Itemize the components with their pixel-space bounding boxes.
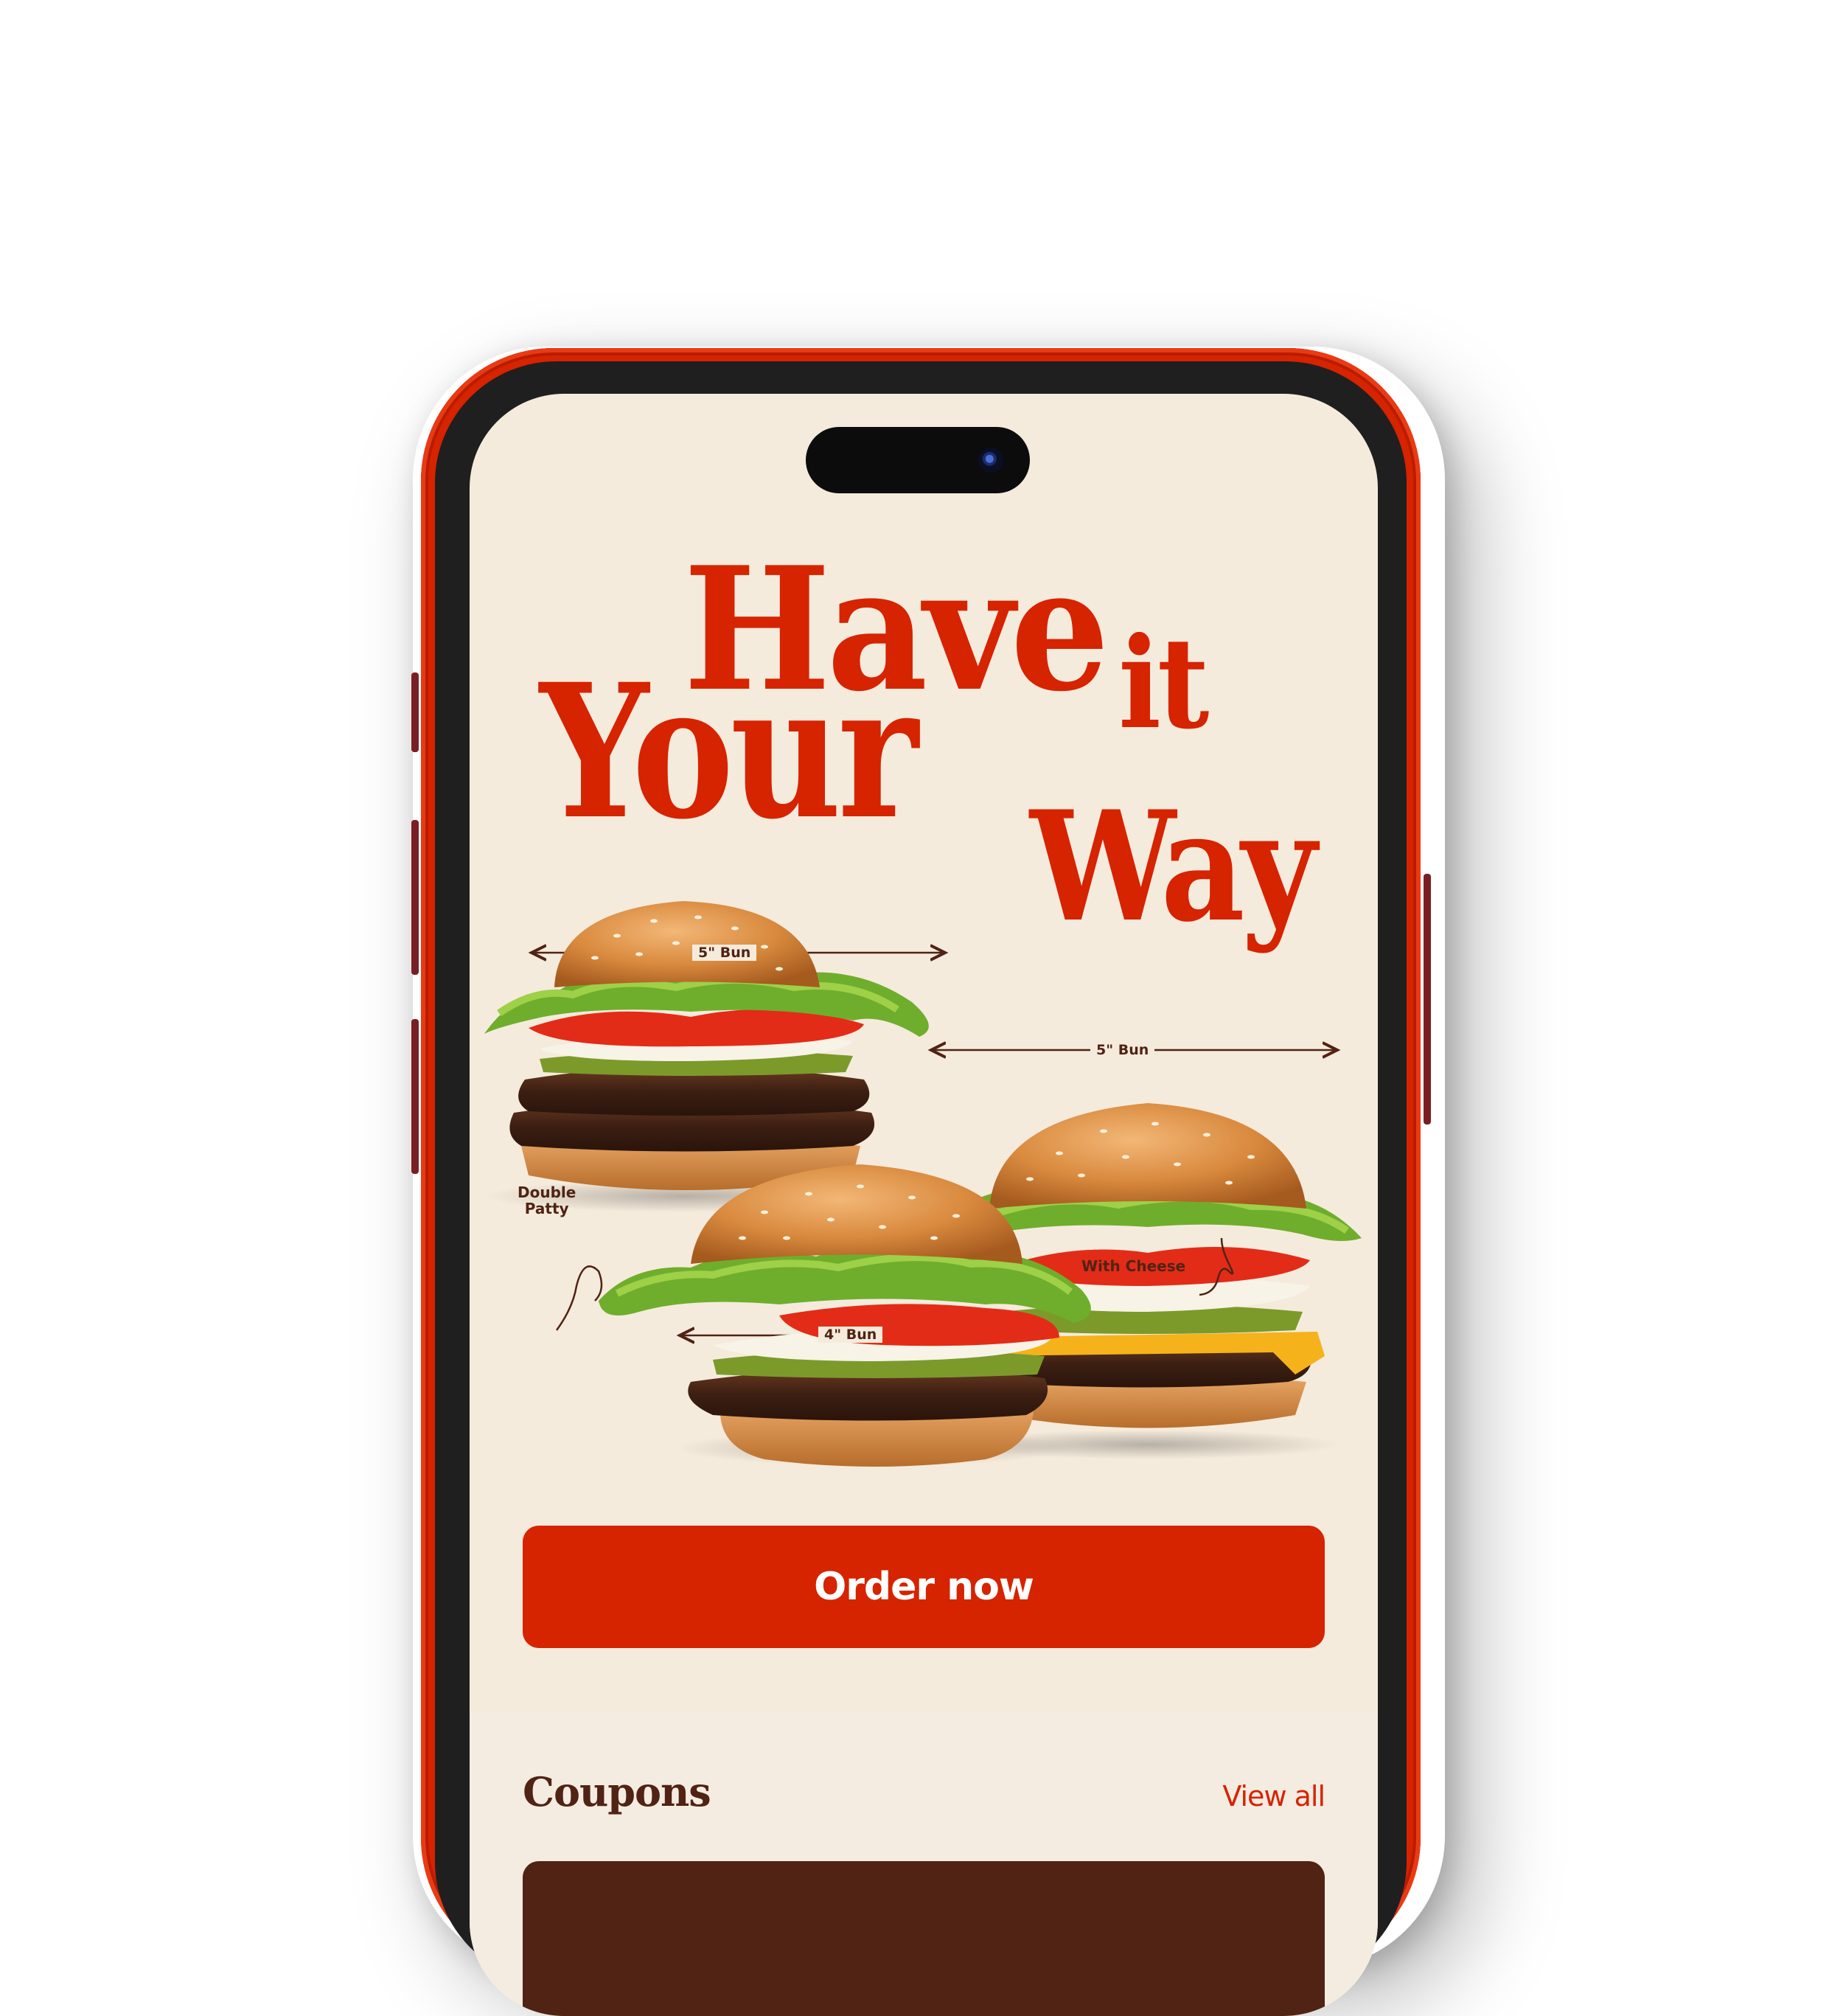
volume-down-button <box>411 1019 419 1174</box>
action-button <box>411 672 419 752</box>
order-now-button[interactable]: Order now <box>523 1526 1325 1648</box>
phone-screen: Have it Your Way 5" Bun 5" Bun 4" Bun Do… <box>470 394 1378 2016</box>
scene: Have it Your Way 5" Bun 5" Bun 4" Bun Do… <box>0 0 1843 2016</box>
burgers-illustration <box>484 901 1362 1467</box>
coupons-title: Coupons <box>523 1768 711 1815</box>
right-bun-label: 5" Bun <box>1090 1042 1155 1058</box>
power-button <box>1424 874 1431 1125</box>
headline-it: it <box>1118 610 1209 757</box>
headline-your: Your <box>540 643 919 860</box>
double-patty-callout: Double Patty <box>518 1183 576 1217</box>
double-patty-pointer <box>555 1265 603 1331</box>
view-all-link[interactable]: View all <box>1222 1780 1325 1812</box>
top-left-bun-label: 5" Bun <box>692 945 757 961</box>
coupons-section: Coupons View all <box>470 1714 1378 2016</box>
cheese-callout: With Cheese <box>1081 1257 1186 1275</box>
coupon-card[interactable] <box>523 1861 1325 2016</box>
bottom-bun-label: 4" Bun <box>818 1327 883 1343</box>
volume-up-button <box>411 820 419 975</box>
burger-hero-image: 5" Bun 5" Bun 4" Bun Double Patty With C… <box>470 866 1378 1515</box>
